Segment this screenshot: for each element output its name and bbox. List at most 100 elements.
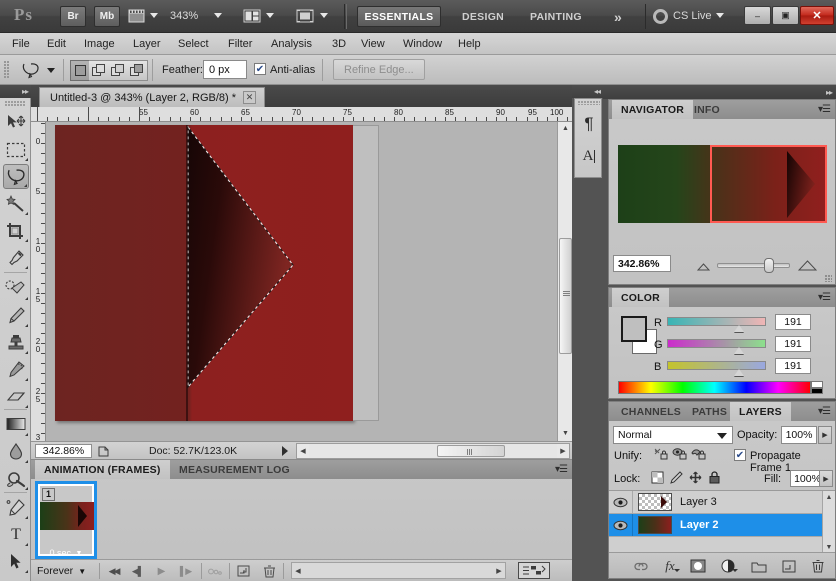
blur-tool[interactable] <box>3 439 29 464</box>
minimize-button[interactable]: – <box>744 6 771 25</box>
arrange-chevron-down-icon[interactable] <box>266 13 274 18</box>
canvas-horizontal-scrollbar[interactable]: ◀ ▶ <box>296 443 570 459</box>
launch-bridge-button[interactable]: Br <box>60 6 86 27</box>
workspace-tab-design[interactable]: DESIGN <box>452 6 514 27</box>
select-previous-frame-button[interactable]: ◀▌ <box>129 563 146 579</box>
navigator-zoom-slider-thumb[interactable] <box>764 258 774 273</box>
tab-animation-frames[interactable]: ANIMATION (FRAMES) <box>35 460 170 479</box>
unify-position-icon[interactable] <box>653 447 669 465</box>
workspace-tab-painting[interactable]: PAINTING <box>520 6 592 27</box>
gradient-tool[interactable] <box>3 412 29 437</box>
close-icon[interactable]: ✕ <box>243 91 257 104</box>
menu-item-analysis[interactable]: Analysis <box>265 36 318 52</box>
foreground-color-swatch[interactable] <box>621 316 647 342</box>
view-extras-chevron-down-icon[interactable] <box>150 13 158 18</box>
spot-healing-brush-tool[interactable] <box>3 276 29 301</box>
magic-wand-tool[interactable] <box>3 191 29 216</box>
artboard[interactable] <box>55 125 353 421</box>
layer-list-scrollbar[interactable]: ▲ ▼ <box>822 491 835 553</box>
lock-transparent-pixels-icon[interactable] <box>651 471 664 487</box>
tab-measurement-log[interactable]: MEASUREMENT LOG <box>170 460 299 479</box>
red-channel-field[interactable]: 191 <box>775 314 811 330</box>
new-layer-button[interactable] <box>780 558 798 574</box>
feather-input[interactable]: 0 px <box>203 60 247 79</box>
menu-item-edit[interactable]: Edit <box>41 36 72 52</box>
eraser-tool[interactable] <box>3 384 29 409</box>
dodge-tool[interactable] <box>3 466 29 491</box>
refine-edge-button[interactable]: Refine Edge... <box>333 59 425 80</box>
crop-tool[interactable] <box>3 218 29 243</box>
lasso-icon[interactable] <box>18 60 42 81</box>
table-row[interactable]: Layer 3 <box>609 491 822 514</box>
red-channel-slider[interactable] <box>667 317 766 326</box>
eyedropper-tool[interactable] <box>3 245 29 270</box>
play-animation-button[interactable]: ▶ <box>153 563 170 579</box>
layer-style-button[interactable]: fx <box>660 557 680 575</box>
restore-button[interactable]: ▣ <box>772 6 799 25</box>
add-to-selection-button[interactable] <box>89 60 110 81</box>
color-panel-menu-icon[interactable]: ▾☰ <box>818 292 831 303</box>
lasso-tool[interactable] <box>3 164 29 189</box>
view-extras-icon[interactable] <box>128 8 146 27</box>
link-layers-button[interactable] <box>632 558 650 574</box>
new-group-button[interactable] <box>750 558 768 574</box>
status-proxy-icon[interactable] <box>95 444 112 458</box>
status-zoom-field[interactable]: 342.86% <box>35 444 92 458</box>
menu-item-help[interactable]: Help <box>452 36 487 52</box>
zoom-in-icon[interactable] <box>797 260 818 274</box>
clone-stamp-tool[interactable] <box>3 330 29 355</box>
type-tool[interactable]: T <box>3 522 29 547</box>
tab-info[interactable]: INFO <box>685 100 729 119</box>
frame-delay[interactable]: 0 sec. ▼ <box>35 548 97 558</box>
layer-thumbnail[interactable] <box>638 516 672 534</box>
canvas-vertical-scroll-thumb[interactable] <box>559 238 572 354</box>
workspace-tab-essentials[interactable]: ESSENTIALS <box>357 6 441 27</box>
blue-channel-field[interactable]: 191 <box>775 358 811 374</box>
table-row[interactable]: Layer 2 <box>609 514 822 537</box>
scroll-up-arrow-icon[interactable]: ▲ <box>559 122 572 135</box>
white-swatch[interactable] <box>811 381 823 388</box>
pen-tool[interactable] <box>3 495 29 520</box>
black-swatch[interactable] <box>811 388 823 394</box>
menu-item-view[interactable]: View <box>355 36 391 52</box>
menu-item-select[interactable]: Select <box>172 36 215 52</box>
propagate-frame-checkbox[interactable]: ✔ <box>734 449 746 461</box>
dock-gripper[interactable] <box>578 101 600 105</box>
menu-item-image[interactable]: Image <box>78 36 121 52</box>
cs-live-button[interactable]: CS Live <box>673 10 712 22</box>
anti-alias-checkbox[interactable]: ✔ <box>254 63 266 75</box>
brush-tool[interactable] <box>3 303 29 328</box>
menu-item-3d[interactable]: 3D <box>326 36 352 52</box>
animation-panel-menu-icon[interactable]: ▾☰ <box>555 464 568 475</box>
delete-frame-button[interactable] <box>261 563 278 579</box>
navigator-thumbnail[interactable] <box>618 145 827 223</box>
navigator-zoom-field[interactable]: 342.86% <box>613 255 671 272</box>
options-bar-gripper[interactable] <box>4 61 9 79</box>
layer-name[interactable]: Layer 2 <box>680 519 719 531</box>
cs-live-icon[interactable] <box>653 9 668 24</box>
canvas-vertical-scrollbar[interactable]: ▲ ▼ <box>557 122 572 441</box>
animation-horizontal-scrollbar[interactable]: ◀ ▶ <box>291 562 506 579</box>
menu-item-window[interactable]: Window <box>397 36 448 52</box>
blue-channel-slider-thumb[interactable] <box>734 369 744 376</box>
close-button[interactable]: ✕ <box>800 6 834 25</box>
scroll-left-arrow-icon[interactable]: ◀ <box>297 444 309 458</box>
select-first-frame-button[interactable]: ◀◀ <box>105 563 122 579</box>
blend-mode-select[interactable]: Normal <box>613 426 733 444</box>
lock-position-icon[interactable] <box>689 471 702 487</box>
paragraph-panel-icon[interactable]: ¶ <box>575 109 603 139</box>
lock-image-pixels-icon[interactable] <box>670 471 683 487</box>
zoom-out-icon[interactable] <box>696 262 711 274</box>
scroll-right-arrow-icon[interactable]: ▶ <box>557 444 569 458</box>
history-brush-tool[interactable] <box>3 357 29 382</box>
collapsed-dock-expand-button[interactable]: ◂◂ <box>572 85 603 98</box>
canvas-viewport[interactable]: 55 60 65 70 75 80 85 90 95 100 0 5 10 15… <box>31 107 572 441</box>
green-channel-slider[interactable] <box>667 339 766 348</box>
select-next-frame-button[interactable]: ▌▶ <box>177 563 194 579</box>
subtract-from-selection-button[interactable] <box>108 60 129 81</box>
panel-resize-grip[interactable] <box>825 275 832 282</box>
layer-visibility-toggle[interactable] <box>609 514 633 536</box>
tab-layers[interactable]: LAYERS <box>730 402 791 421</box>
green-channel-field[interactable]: 191 <box>775 336 811 352</box>
navigator-view-box[interactable] <box>710 145 827 223</box>
